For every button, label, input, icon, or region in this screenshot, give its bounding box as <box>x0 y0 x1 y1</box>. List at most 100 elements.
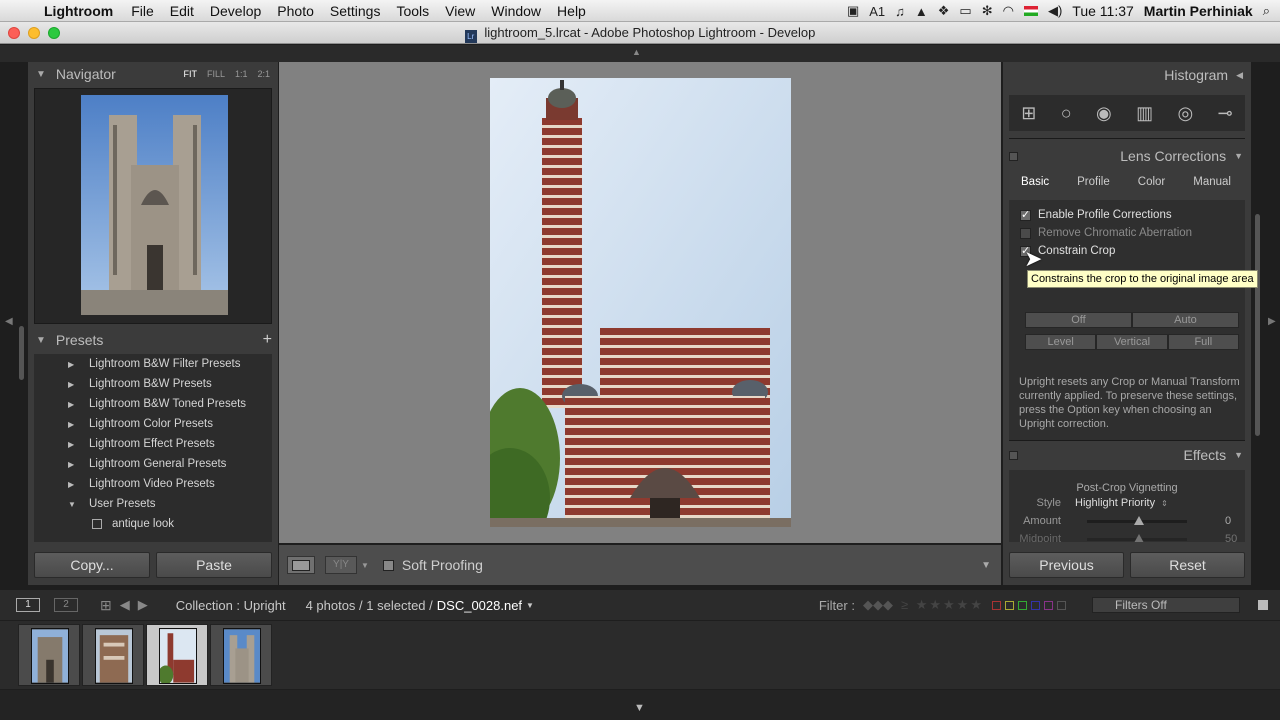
upright-vertical-button[interactable]: Vertical <box>1096 334 1168 350</box>
effects-collapse-icon[interactable]: ▼ <box>1234 450 1243 460</box>
tab-profile[interactable]: Profile <box>1067 174 1120 190</box>
left-panel-toggle-icon[interactable]: ◀ <box>5 316 13 327</box>
nav-mode-fill[interactable]: FILL <box>207 69 225 79</box>
presets-collapse-icon[interactable]: ▼ <box>36 335 46 346</box>
film-thumbnail-selected[interactable] <box>146 624 208 686</box>
bluetooth-icon[interactable]: ✻ <box>982 3 993 19</box>
preset-folder[interactable]: ▶ Lightroom General Presets <box>34 454 272 474</box>
yellow-label-filter[interactable] <box>1005 600 1014 610</box>
zoom-button[interactable] <box>48 27 60 39</box>
search-icon[interactable]: ⌕ <box>1263 3 1270 19</box>
expand-icon[interactable]: ▶ <box>68 440 82 449</box>
lens-corrections-switch[interactable] <box>1009 151 1018 161</box>
navigator-preview[interactable] <box>34 88 272 324</box>
soft-proofing-checkbox[interactable] <box>382 559 394 571</box>
purple-label-filter[interactable] <box>1044 600 1053 610</box>
tab-manual[interactable]: Manual <box>1183 174 1241 190</box>
blue-label-filter[interactable] <box>1031 600 1040 610</box>
midpoint-value[interactable]: 50 <box>1225 533 1237 542</box>
filter-preset-select[interactable]: Filters Off <box>1092 597 1240 613</box>
copy-button[interactable]: Copy... <box>34 552 150 578</box>
previous-button[interactable]: Previous <box>1009 552 1124 578</box>
preset-folder[interactable]: ▶ Lightroom B&W Filter Presets <box>34 354 272 374</box>
nav-mode-fit[interactable]: FIT <box>183 69 197 79</box>
remove-chromatic-aberration-row[interactable]: Remove Chromatic Aberration <box>1009 224 1245 242</box>
tab-basic[interactable]: Basic <box>1011 174 1059 190</box>
flag-icon[interactable] <box>1023 6 1038 16</box>
upright-full-button[interactable]: Full <box>1167 334 1239 350</box>
film-thumbnail[interactable] <box>18 624 80 686</box>
expand-icon[interactable]: ▶ <box>68 360 82 369</box>
histogram-header[interactable]: Histogram ◀ <box>1003 62 1251 88</box>
grid-view-icon[interactable]: ⊞ <box>100 597 112 614</box>
expand-icon[interactable]: ▶ <box>68 400 82 409</box>
expand-icon[interactable]: ▶ <box>68 420 82 429</box>
menu-develop[interactable]: Develop <box>202 3 269 19</box>
paste-button[interactable]: Paste <box>156 552 272 578</box>
display-icon[interactable]: ▭ <box>959 3 971 19</box>
style-select[interactable]: Highlight Priority <box>1075 497 1155 509</box>
midpoint-slider[interactable] <box>1087 533 1187 542</box>
amount-slider-thumb[interactable] <box>1134 515 1144 525</box>
flag-filter-icons[interactable]: ◆◆◆ <box>863 597 893 613</box>
preset-folder[interactable]: ▶ Lightroom Effect Presets <box>34 434 272 454</box>
preset-folder[interactable]: ▶ Lightroom B&W Presets <box>34 374 272 394</box>
midpoint-slider-thumb[interactable] <box>1134 533 1144 542</box>
menu-window[interactable]: Window <box>483 3 549 19</box>
menu-tools[interactable]: Tools <box>388 3 437 19</box>
expand-icon[interactable]: ▶ <box>68 380 82 389</box>
right-panel-scrollbar[interactable] <box>1255 214 1260 436</box>
effects-switch[interactable] <box>1009 450 1018 460</box>
graduated-filter-icon[interactable]: ▥ <box>1136 103 1153 124</box>
film-thumbnail[interactable] <box>82 624 144 686</box>
menubar-user[interactable]: Martin Perhiniak <box>1144 3 1253 19</box>
filename-dropdown[interactable]: DSC_0028.nef <box>437 598 522 613</box>
menu-file[interactable]: File <box>123 3 162 19</box>
dropbox-icon[interactable]: ❖ <box>938 3 950 19</box>
lens-corrections-collapse-icon[interactable]: ▼ <box>1234 151 1243 161</box>
preset-folder-user[interactable]: ▼ User Presets <box>34 494 272 514</box>
drive-icon[interactable]: ▲ <box>915 4 928 19</box>
camera-icon[interactable]: ▣ <box>847 3 859 19</box>
navigator-header[interactable]: ▼ Navigator FIT FILL 1:1 2:1 <box>28 62 278 86</box>
remove-chromatic-aberration-checkbox[interactable] <box>1020 227 1031 239</box>
histogram-collapse-icon[interactable]: ◀ <box>1236 70 1243 81</box>
music-icon[interactable]: ♫ <box>895 4 905 19</box>
rating-filter-stars[interactable]: ≥ ★★★★★ <box>901 597 984 613</box>
main-photo[interactable] <box>490 78 791 527</box>
filename-chevron-icon[interactable]: ▼ <box>526 601 534 610</box>
film-thumbnail[interactable] <box>210 624 272 686</box>
right-panel-toggle-icon[interactable]: ▶ <box>1268 316 1276 327</box>
menu-view[interactable]: View <box>437 3 483 19</box>
collection-label[interactable]: Collection : Upright <box>176 598 286 613</box>
close-button[interactable] <box>8 27 20 39</box>
navigator-collapse-icon[interactable]: ▼ <box>36 69 46 80</box>
before-after-button[interactable]: Y|Y <box>325 556 357 574</box>
menu-settings[interactable]: Settings <box>322 3 389 19</box>
adjustment-brush-icon[interactable]: ⊸ <box>1218 103 1233 124</box>
enable-profile-corrections-row[interactable]: ✓ Enable Profile Corrections <box>1009 206 1245 224</box>
color-label-filters[interactable] <box>992 600 1066 610</box>
menu-help[interactable]: Help <box>549 3 594 19</box>
lens-corrections-header[interactable]: Lens Corrections ▼ <box>1003 143 1251 169</box>
menu-app-name[interactable]: Lightroom <box>40 3 123 19</box>
preset-item[interactable]: antique look <box>34 514 272 534</box>
upright-level-button[interactable]: Level <box>1025 334 1097 350</box>
back-forward-icons[interactable]: ◀▶ <box>120 597 156 613</box>
main-monitor-button[interactable]: 1 <box>16 598 40 612</box>
enable-profile-corrections-checkbox[interactable]: ✓ <box>1020 209 1031 221</box>
spot-removal-icon[interactable]: ○ <box>1061 103 1072 124</box>
show-top-panel-icon[interactable]: ▲ <box>632 47 641 57</box>
minimize-button[interactable] <box>28 27 40 39</box>
toolbar-menu-icon[interactable]: ▼ <box>981 560 991 571</box>
expand-icon[interactable]: ▶ <box>68 480 82 489</box>
crop-tool-icon[interactable]: ⊞ <box>1021 103 1036 124</box>
nav-mode-1-1[interactable]: 1:1 <box>235 69 248 79</box>
hide-filmstrip-icon[interactable]: ▼ <box>634 702 645 714</box>
left-panel-scrollbar[interactable] <box>19 326 24 380</box>
tab-color[interactable]: Color <box>1128 174 1175 190</box>
amount-slider[interactable] <box>1087 515 1187 525</box>
volume-icon[interactable]: ◀) <box>1048 3 1062 19</box>
red-eye-icon[interactable]: ◉ <box>1096 103 1112 124</box>
amount-value[interactable]: 0 <box>1225 515 1231 527</box>
